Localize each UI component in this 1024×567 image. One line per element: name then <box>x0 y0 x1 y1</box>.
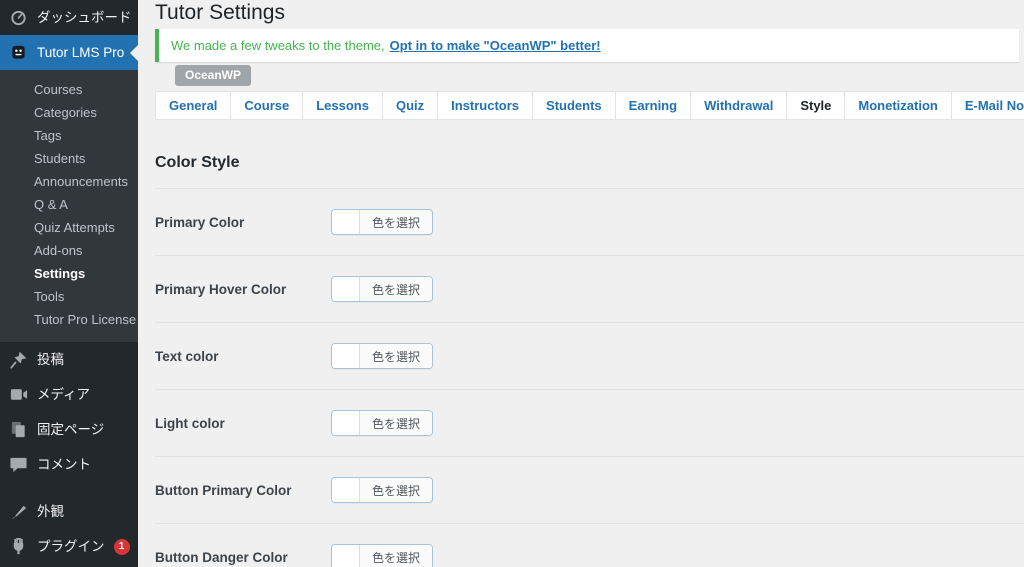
theme-notice: We made a few tweaks to the theme, Opt i… <box>155 29 1019 62</box>
sidebar-item-appearance[interactable]: 外観 <box>0 494 138 529</box>
tab-withdrawal[interactable]: Withdrawal <box>691 92 787 119</box>
appearance-icon <box>9 502 28 521</box>
pages-icon <box>9 420 28 439</box>
setting-label: Light color <box>155 416 331 431</box>
sidebar-subitem-quiz-attempts[interactable]: Quiz Attempts <box>0 216 138 239</box>
tutor-lms-icon <box>9 43 28 62</box>
color-picker-button[interactable]: 色を選択 <box>331 276 433 302</box>
sidebar-item-dashboard[interactable]: ダッシュボード <box>0 0 138 35</box>
sidebar-item-pages[interactable]: 固定ページ <box>0 412 138 447</box>
color-swatch <box>332 478 360 502</box>
color-picker-label: 色を選択 <box>360 210 432 234</box>
sidebar-item-posts[interactable]: 投稿 <box>0 342 138 377</box>
color-picker-label: 色を選択 <box>360 411 432 435</box>
notice-message: We made a few tweaks to the theme, <box>171 37 385 54</box>
sidebar-item-comments[interactable]: コメント <box>0 447 138 482</box>
update-count-badge: 1 <box>114 539 130 555</box>
setting-label: Button Primary Color <box>155 483 331 498</box>
sidebar-subitem-tutor-pro-license[interactable]: Tutor Pro License <box>0 308 138 331</box>
sidebar-subitem-add-ons[interactable]: Add-ons <box>0 239 138 262</box>
setting-row-primary-color: Primary Color 色を選択 <box>155 189 1024 256</box>
color-picker-button[interactable]: 色を選択 <box>331 209 433 235</box>
setting-label: Primary Color <box>155 215 331 230</box>
color-picker-label: 色を選択 <box>360 344 432 368</box>
color-swatch <box>332 545 360 567</box>
opt-in-link[interactable]: Opt in to make "OceanWP" better! <box>390 37 601 54</box>
tab-instructors[interactable]: Instructors <box>438 92 533 119</box>
setting-label: Text color <box>155 349 331 364</box>
dashboard-icon <box>9 8 28 27</box>
sidebar-item-media[interactable]: メディア <box>0 377 138 412</box>
sidebar-subitem-settings[interactable]: Settings <box>0 262 138 285</box>
tab-students[interactable]: Students <box>533 92 616 119</box>
plugins-icon <box>9 537 28 556</box>
page-title: Tutor Settings <box>155 0 1024 26</box>
tutor-lms-submenu: Courses Categories Tags Students Announc… <box>0 70 138 342</box>
section-heading: Color Style <box>155 153 1024 189</box>
tab-quiz[interactable]: Quiz <box>383 92 438 119</box>
settings-rows: Primary Color 色を選択 Primary Hover Color 色… <box>155 189 1024 567</box>
sidebar-subitem-categories[interactable]: Categories <box>0 101 138 124</box>
color-picker-label: 色を選択 <box>360 478 432 502</box>
color-picker-button[interactable]: 色を選択 <box>331 410 433 436</box>
sidebar-subitem-tools[interactable]: Tools <box>0 285 138 308</box>
sidebar-lower-menu: 投稿 メディア 固定ページ コメント 外 <box>0 342 138 567</box>
tab-earning[interactable]: Earning <box>616 92 691 119</box>
setting-row-button-danger-color: Button Danger Color 色を選択 <box>155 524 1024 567</box>
color-picker-button[interactable]: 色を選択 <box>331 544 433 567</box>
color-swatch <box>332 277 360 301</box>
tab-course[interactable]: Course <box>231 92 303 119</box>
sidebar-subitem-courses[interactable]: Courses <box>0 78 138 101</box>
tab-general[interactable]: General <box>156 92 231 119</box>
tab-style[interactable]: Style <box>787 92 845 119</box>
admin-sidebar: ダッシュボード Tutor LMS Pro Courses Categories… <box>0 0 138 567</box>
pin-icon <box>9 350 28 369</box>
tab-lessons[interactable]: Lessons <box>303 92 383 119</box>
color-picker-label: 色を選択 <box>360 545 432 567</box>
color-picker-button[interactable]: 色を選択 <box>331 343 433 369</box>
color-swatch <box>332 344 360 368</box>
theme-name-badge: OceanWP <box>175 65 251 86</box>
sidebar-item-plugins[interactable]: プラグイン 1 <box>0 529 138 564</box>
color-swatch <box>332 411 360 435</box>
comments-icon <box>9 455 28 474</box>
sidebar-top-menu: ダッシュボード Tutor LMS Pro <box>0 0 138 70</box>
color-style-section: Color Style Primary Color 色を選択 Primary H… <box>155 153 1024 567</box>
setting-label: Button Danger Color <box>155 550 331 565</box>
tab-e-mail-notification[interactable]: E-Mail Notification <box>952 92 1024 119</box>
main-content: Tutor Settings We made a few tweaks to t… <box>138 0 1024 567</box>
color-picker-button[interactable]: 色を選択 <box>331 477 433 503</box>
setting-row-text-color: Text color 色を選択 <box>155 323 1024 390</box>
sidebar-subitem-q-and-a[interactable]: Q & A <box>0 193 138 216</box>
color-picker-label: 色を選択 <box>360 277 432 301</box>
sidebar-subitem-announcements[interactable]: Announcements <box>0 170 138 193</box>
setting-label: Primary Hover Color <box>155 282 331 297</box>
sidebar-item-tutor-lms-pro[interactable]: Tutor LMS Pro <box>0 35 138 70</box>
setting-row-primary-hover-color: Primary Hover Color 色を選択 <box>155 256 1024 323</box>
sidebar-subitem-students[interactable]: Students <box>0 147 138 170</box>
setting-row-button-primary-color: Button Primary Color 色を選択 <box>155 457 1024 524</box>
setting-row-light-color: Light color 色を選択 <box>155 390 1024 457</box>
media-icon <box>9 385 28 404</box>
tab-monetization[interactable]: Monetization <box>845 92 951 119</box>
color-swatch <box>332 210 360 234</box>
sidebar-subitem-tags[interactable]: Tags <box>0 124 138 147</box>
settings-tabs: General Course Lessons Quiz Instructors … <box>155 91 1024 120</box>
